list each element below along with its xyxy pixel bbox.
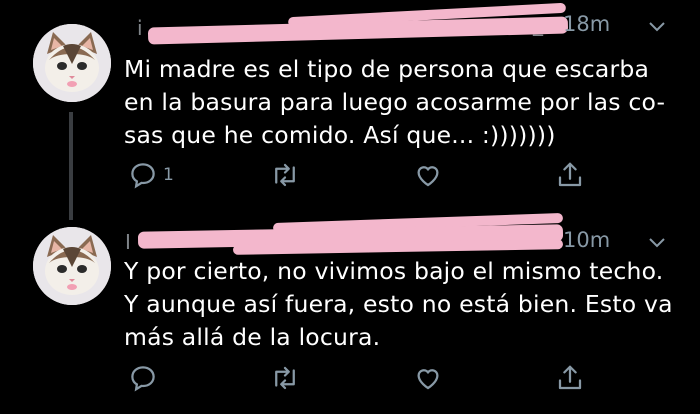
- cat-avatar-icon: [33, 24, 111, 102]
- tweet-text-line: en la basura para luego acosarme por las…: [124, 88, 666, 116]
- tweet-1[interactable]: i _ 18m Mi madre es el tipo de persona q…: [0, 0, 700, 210]
- tweet-time[interactable]: 18m: [563, 12, 610, 36]
- retweet-icon: [275, 366, 295, 390]
- tweet-text-line: sas que he comido. Así que... :))))))): [124, 121, 556, 149]
- chevron-down-icon[interactable]: [648, 234, 666, 252]
- share-button[interactable]: [555, 158, 585, 192]
- tweet-actions: [123, 361, 593, 395]
- reply-icon: [131, 163, 155, 189]
- avatar[interactable]: [33, 24, 111, 102]
- tweet-text: Mi madre es el tipo de persona que escar…: [124, 53, 680, 152]
- cat-avatar-icon: [33, 227, 111, 305]
- tweet-text-line: más allá de la locura.: [124, 323, 381, 351]
- like-icon: [417, 369, 439, 390]
- tweet-time[interactable]: 10m: [563, 228, 610, 252]
- tweet-text-line: Mi madre es el tipo de persona que escar…: [124, 55, 650, 83]
- username-partial: i: [137, 16, 144, 40]
- retweet-button[interactable]: [270, 361, 300, 395]
- tweet-text-line: Y aunque así fuera, esto no está bien. E…: [124, 290, 673, 318]
- username-partial: I: [125, 230, 132, 254]
- tweet-header: i _ 18m: [123, 2, 673, 45]
- tweet-2[interactable]: I 10m Y por cierto, no vivimos bajo el m…: [0, 210, 700, 414]
- reply-button[interactable]: 1: [128, 158, 174, 192]
- like-button[interactable]: [413, 158, 443, 192]
- retweet-button[interactable]: [270, 158, 300, 192]
- tweet-text-line: Y por cierto, no vivimos bajo el mismo t…: [124, 257, 664, 285]
- like-icon: [417, 166, 439, 187]
- tweet-text: Y por cierto, no vivimos bajo el mismo t…: [124, 255, 680, 354]
- reply-icon: [131, 366, 155, 392]
- share-icon: [558, 162, 582, 187]
- like-button[interactable]: [413, 361, 443, 395]
- share-button[interactable]: [555, 361, 585, 395]
- retweet-icon: [275, 163, 295, 187]
- share-icon: [558, 365, 582, 390]
- tweet-header: I 10m: [123, 212, 673, 255]
- reply-count: 1: [163, 165, 174, 185]
- avatar[interactable]: [33, 227, 111, 305]
- tweet-actions: 1: [123, 158, 593, 192]
- handle-partial: _: [533, 12, 544, 36]
- reply-button[interactable]: [128, 361, 163, 395]
- chevron-down-icon[interactable]: [648, 18, 666, 36]
